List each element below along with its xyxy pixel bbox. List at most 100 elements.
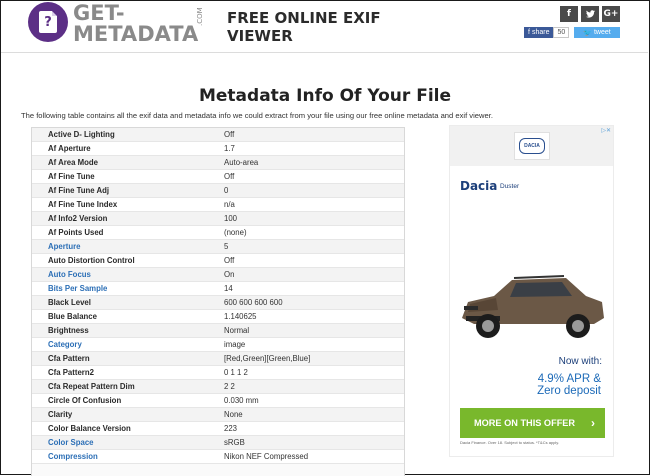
twitter-icon[interactable] [581,6,599,22]
metadata-key: Af Aperture [32,141,224,156]
metadata-key: Circle Of Confusion [32,393,224,408]
table-row: Cfa Pattern2 0 1 1 2 [32,365,404,380]
logo-wordmark[interactable]: GET- METADATA [73,3,198,45]
metadata-value: None [224,407,404,422]
metadata-key-link[interactable]: Compression [32,449,224,464]
metadata-value: 5 [224,239,404,254]
metadata-value: 600 600 600 600 [224,295,404,310]
ad-offer-line-2: Zero deposit [537,385,601,397]
metadata-value: Off [224,169,404,184]
ad-offer-line-1: 4.9% APR & [537,373,601,385]
table-row: Af Fine Tune Adj 0 [32,183,404,198]
metadata-value: Off [224,128,404,142]
metadata-key: Af Fine Tune [32,169,224,184]
table-row: Aperture 5 [32,239,404,254]
metadata-value: 14 [224,281,404,296]
facebook-icon[interactable]: f [560,6,578,22]
ad-brand: Dacia [460,179,498,193]
share-text: share [531,29,550,36]
metadata-value: image [224,337,404,352]
social-links: f G+ [560,6,620,22]
metadata-key: Active D- Lighting [32,128,224,142]
ad-now-with: Now with: [558,356,602,367]
table-row: Brightness Normal [32,323,404,338]
table-row: Active D- Lighting Off [32,128,404,142]
metadata-key-link[interactable]: Aperture [32,239,224,254]
metadata-value: Auto-area [224,155,404,170]
metadata-key: Black Level [32,295,224,310]
table-row: Af Info2 Version 100 [32,211,404,226]
table-row: Color Space sRGB [32,435,404,450]
ad-logo-box: DACIA [514,132,550,160]
metadata-key: Cfa Repeat Pattern Dim [32,379,224,394]
metadata-value: 1.7 [224,141,404,156]
ad-offer: 4.9% APR & Zero deposit [537,373,601,397]
ad-header: DACIA [450,126,613,166]
table-row: Bits Per Sample 14 [32,281,404,296]
ad-fine-print: Dacia Finance. Over 18. Subject to statu… [460,440,560,445]
table-row: Category image [32,337,404,352]
logo-line-1: GET- [73,1,125,25]
table-row: Af Aperture 1.7 [32,141,404,156]
metadata-key-link[interactable]: Auto Focus [32,267,224,282]
tweet-button[interactable]: 🐦 tweet [574,27,620,38]
metadata-key: Blue Balance [32,309,224,324]
logo-line-2: METADATA [73,22,199,46]
metadata-key: Color Balance Version [32,421,224,436]
metadata-value: n/a [224,197,404,212]
table-row: Auto Distortion Control Off [32,253,404,268]
metadata-key: Af Fine Tune Adj [32,183,224,198]
metadata-key-link[interactable]: Bits Per Sample [32,281,224,296]
facebook-share-label: f share [524,27,554,38]
ad-model: Duster [500,183,520,190]
intro-text: The following table contains all the exi… [21,111,493,120]
table-row: Cfa Pattern [Red,Green][Green,Blue] [32,351,404,366]
facebook-small-icon: f [528,29,530,36]
twitter-bird-icon [585,10,595,18]
metadata-value: Normal [224,323,404,338]
car-image [462,275,604,338]
page-title: Metadata Info Of Your File [198,86,452,106]
metadata-table-container: Active D- Lighting Off Af Aperture 1.7 Af Ar… [31,127,405,476]
table-row: Color Balance Version 223 [32,421,404,436]
metadata-key-link[interactable]: Category [32,337,224,352]
metadata-table: Active D- Lighting Off Af Aperture 1.7 Af Ar… [32,128,404,464]
advertisement[interactable]: DACIA ▷✕ Dacia Duster Now with: 4.9% APR… [449,125,614,457]
metadata-value: sRGB [224,435,404,450]
table-row: Auto Focus On [32,267,404,282]
metadata-value: On [224,267,404,282]
site-title: FREE ONLINE EXIF VIEWER [227,9,387,45]
metadata-value: Off [224,253,404,268]
ad-offer-button[interactable]: MORE ON THIS OFFER › [460,408,605,438]
facebook-share-button[interactable]: f share 50 [524,27,570,38]
share-count: 50 [553,27,570,38]
table-row: Circle Of Confusion 0.030 mm [32,393,404,408]
metadata-key: Af Points Used [32,225,224,240]
metadata-key: Af Fine Tune Index [32,197,224,212]
table-row: Af Points Used (none) [32,225,404,240]
ad-offer-button-label: MORE ON THIS OFFER [474,418,576,428]
metadata-value: 0 1 1 2 [224,365,404,380]
metadata-value: 1.140625 [224,309,404,324]
ad-close-icon[interactable]: ▷✕ [601,127,611,134]
google-plus-icon[interactable]: G+ [602,6,620,22]
tweet-label: tweet [593,29,611,36]
logo-icon[interactable]: ? [28,2,68,42]
metadata-key: Brightness [32,323,224,338]
metadata-value: 0 [224,183,404,198]
metadata-value: 100 [224,211,404,226]
metadata-key-link[interactable]: Color Space [32,435,224,450]
twitter-small-icon: 🐦 [583,29,592,37]
metadata-key: Clarity [32,407,224,422]
table-row: Af Fine Tune Off [32,169,404,184]
metadata-key: Auto Distortion Control [32,253,224,268]
table-row: Cfa Repeat Pattern Dim 2 2 [32,379,404,394]
metadata-value: [Red,Green][Green,Blue] [224,351,404,366]
table-row: Black Level 600 600 600 600 [32,295,404,310]
table-row: Af Fine Tune Index n/a [32,197,404,212]
table-row: Clarity None [32,407,404,422]
metadata-key: Af Info2 Version [32,211,224,226]
table-row: Blue Balance 1.140625 [32,309,404,324]
metadata-value: 223 [224,421,404,436]
site-title-line-2: VIEWER [227,27,293,45]
